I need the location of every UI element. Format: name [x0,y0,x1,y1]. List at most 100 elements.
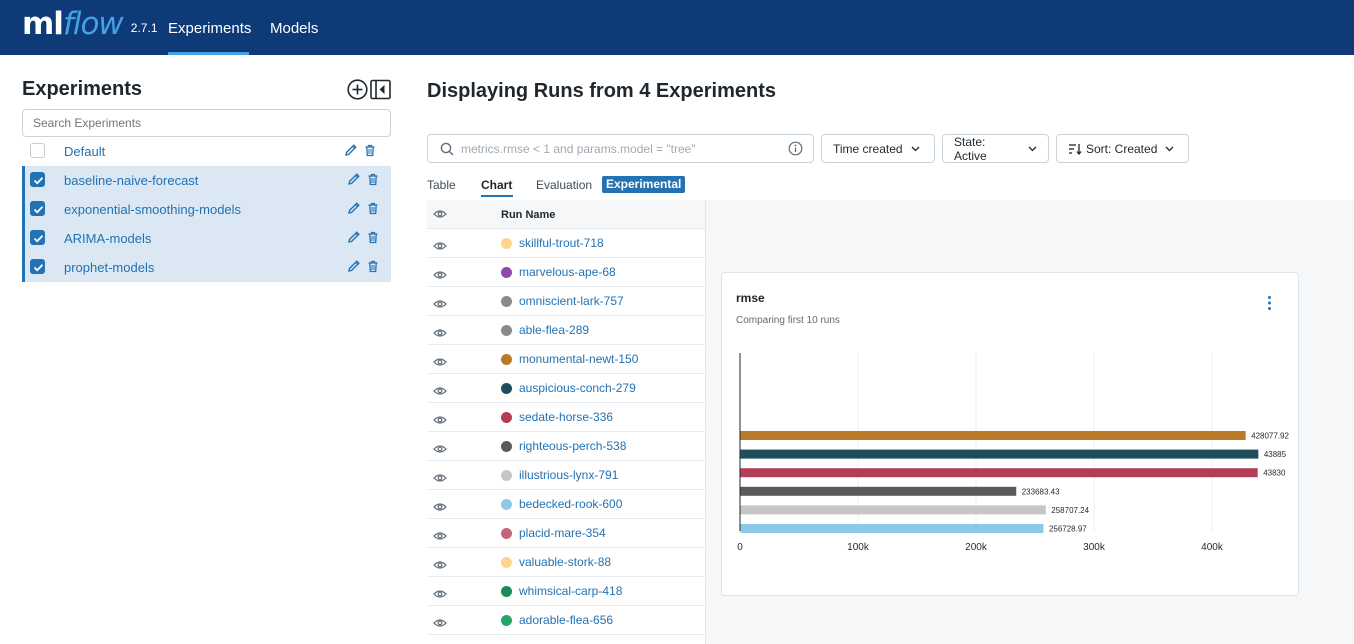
run-name-link[interactable]: omniscient-lark-757 [519,294,624,308]
experiment-item-baseline-naive-forecast[interactable]: baseline-naive-forecast [22,166,391,195]
eye-icon[interactable] [433,441,447,459]
run-filter-input[interactable]: metrics.rmse < 1 and params.model = "tre… [427,134,814,163]
run-color-dot[interactable] [501,267,512,278]
run-row[interactable]: placid-mare-354 [427,519,705,548]
eye-icon[interactable] [433,267,447,285]
eye-icon[interactable] [433,354,447,372]
run-color-dot[interactable] [501,238,512,249]
run-row[interactable]: omniscient-lark-757 [427,287,705,316]
run-color-dot[interactable] [501,296,512,307]
info-icon[interactable] [788,141,803,156]
run-color-dot[interactable] [501,325,512,336]
experiment-item-default[interactable]: Default [22,137,391,166]
run-color-dot[interactable] [501,354,512,365]
tab-table[interactable]: Table [427,178,456,192]
experiment-name[interactable]: ARIMA-models [64,231,151,246]
run-name-link[interactable]: righteous-perch-538 [519,439,626,453]
experiment-name[interactable]: prophet-models [64,260,154,275]
experiment-name[interactable]: baseline-naive-forecast [64,173,198,188]
experiment-checkbox-checked[interactable] [30,259,45,274]
trash-icon[interactable] [367,202,379,215]
run-color-dot[interactable] [501,499,512,510]
eye-icon[interactable] [433,528,447,546]
experiment-checkbox-checked[interactable] [30,230,45,245]
time-created-dropdown[interactable]: Time created [821,134,935,163]
run-row[interactable]: valuable-stork-88 [427,548,705,577]
sort-dropdown[interactable]: Sort: Created [1056,134,1189,163]
run-name-link[interactable]: adorable-flea-656 [519,613,613,627]
experiment-checkbox-checked[interactable] [30,172,45,187]
run-row[interactable]: sedate-horse-336 [427,403,705,432]
experiment-checkbox-checked[interactable] [30,201,45,216]
nav-models[interactable]: Models [270,20,318,37]
run-row[interactable]: adorable-flea-656 [427,606,705,635]
tab-evaluation[interactable]: Evaluation [536,178,592,192]
run-name-link[interactable]: illustrious-lynx-791 [519,468,618,482]
nav-experiments[interactable]: Experiments [168,20,251,37]
state-dropdown[interactable]: State: Active [942,134,1049,163]
trash-icon[interactable] [367,260,379,273]
run-name-link[interactable]: sedate-horse-336 [519,410,613,424]
mlflow-logo[interactable]: ml flow 2.7.1 [22,6,158,48]
pencil-icon[interactable] [347,172,361,186]
run-color-dot[interactable] [501,586,512,597]
experiment-name[interactable]: Default [64,144,105,159]
eye-icon[interactable] [433,586,447,604]
eye-icon[interactable] [433,296,447,314]
run-name-column-header[interactable]: Run Name [501,209,555,221]
trash-icon[interactable] [367,173,379,186]
experiment-item-arima-models[interactable]: ARIMA-models [22,224,391,253]
experimental-badge: Experimental [602,176,686,193]
run-name-link[interactable]: whimsical-carp-418 [519,584,622,598]
run-name-link[interactable]: monumental-newt-150 [519,352,638,366]
eye-icon[interactable] [433,615,447,633]
run-row[interactable]: auspicious-conch-279 [427,374,705,403]
search-experiments-input[interactable] [22,109,391,137]
eye-icon[interactable] [433,209,447,219]
run-name-link[interactable]: placid-mare-354 [519,526,606,540]
eye-icon[interactable] [433,325,447,343]
pencil-icon[interactable] [347,201,361,215]
pencil-icon[interactable] [344,143,358,157]
pencil-icon[interactable] [347,230,361,244]
run-row[interactable]: illustrious-lynx-791 [427,461,705,490]
run-name-link[interactable]: marvelous-ape-68 [519,265,616,279]
eye-icon[interactable] [433,383,447,401]
eye-icon[interactable] [433,499,447,517]
trash-icon[interactable] [364,144,376,157]
run-row[interactable]: righteous-perch-538 [427,432,705,461]
pencil-icon[interactable] [347,259,361,273]
run-row[interactable]: marvelous-ape-68 [427,258,705,287]
eye-icon[interactable] [433,470,447,488]
run-name-link[interactable]: valuable-stork-88 [519,555,611,569]
run-row[interactable]: whimsical-carp-418 [427,577,705,606]
eye-icon[interactable] [433,412,447,430]
run-color-dot[interactable] [501,528,512,539]
run-name-link[interactable]: auspicious-conch-279 [519,381,636,395]
bar-value-label: 43830 [1263,469,1286,478]
run-color-dot[interactable] [501,412,512,423]
run-row[interactable]: monumental-newt-150 [427,345,705,374]
eye-icon[interactable] [433,557,447,575]
collapse-sidebar-icon[interactable] [370,79,391,100]
experiment-item-exponential-smoothing-models[interactable]: exponential-smoothing-models [22,195,391,224]
experiment-checkbox[interactable] [30,143,45,158]
experiment-item-prophet-models[interactable]: prophet-models [22,253,391,282]
run-row[interactable]: able-flea-289 [427,316,705,345]
run-name-link[interactable]: able-flea-289 [519,323,589,337]
trash-icon[interactable] [367,231,379,244]
eye-icon[interactable] [433,238,447,256]
run-color-dot[interactable] [501,441,512,452]
run-name-link[interactable]: skillful-trout-718 [519,236,604,250]
x-tick-label: 400k [1201,542,1224,553]
run-color-dot[interactable] [501,470,512,481]
run-name-link[interactable]: bedecked-rook-600 [519,497,622,511]
run-color-dot[interactable] [501,615,512,626]
run-color-dot[interactable] [501,557,512,568]
tab-chart[interactable]: Chart [481,178,512,192]
experiment-name[interactable]: exponential-smoothing-models [64,202,241,217]
run-row[interactable]: bedecked-rook-600 [427,490,705,519]
add-experiment-icon[interactable] [347,79,368,100]
run-row[interactable]: skillful-trout-718 [427,229,705,258]
run-color-dot[interactable] [501,383,512,394]
